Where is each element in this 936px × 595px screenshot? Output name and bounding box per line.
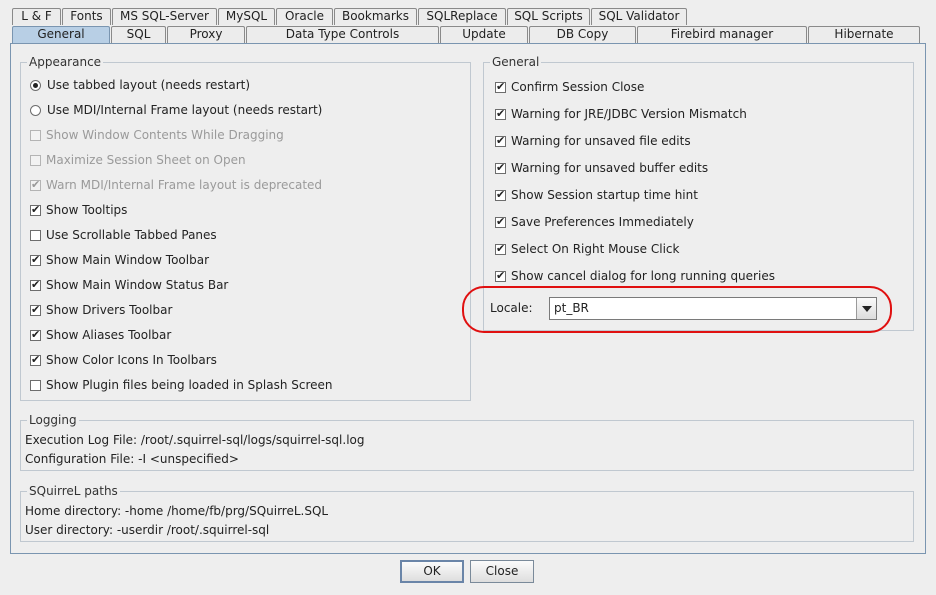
checkbox-checked-icon bbox=[30, 253, 41, 266]
general-title: General bbox=[490, 55, 542, 69]
option-label: Show Main Window Status Bar bbox=[46, 278, 229, 292]
home-directory: Home directory: -home /home/fb/prg/SQuir… bbox=[25, 504, 329, 518]
tab-hibernate[interactable]: Hibernate bbox=[808, 26, 920, 43]
cancel-dialog-checkbox[interactable]: Show cancel dialog for long running quer… bbox=[495, 267, 775, 285]
highlight-annotation bbox=[462, 286, 892, 333]
unsaved-file-edits-checkbox[interactable]: Warning for unsaved file edits bbox=[495, 132, 691, 150]
configuration-file: Configuration File: -I <unspecified> bbox=[25, 452, 239, 466]
mdi-layout-radio[interactable]: Use MDI/Internal Frame layout (needs res… bbox=[30, 101, 322, 119]
option-label: Save Preferences Immediately bbox=[511, 215, 694, 229]
tab-mysql[interactable]: MySQL bbox=[218, 8, 275, 25]
option-label: Confirm Session Close bbox=[511, 80, 645, 94]
tab-sql-validator[interactable]: SQL Validator bbox=[591, 8, 687, 25]
option-label: Show Tooltips bbox=[46, 203, 128, 217]
checkbox-checked-icon bbox=[495, 80, 506, 93]
main-window-status-bar-checkbox[interactable]: Show Main Window Status Bar bbox=[30, 276, 228, 294]
aliases-toolbar-checkbox[interactable]: Show Aliases Toolbar bbox=[30, 326, 171, 344]
main-window-toolbar-checkbox[interactable]: Show Main Window Toolbar bbox=[30, 251, 209, 269]
session-startup-hint-checkbox[interactable]: Show Session startup time hint bbox=[495, 186, 698, 204]
tab-firebird-manager[interactable]: Firebird manager bbox=[637, 26, 807, 43]
checkbox-checked-icon bbox=[495, 134, 506, 147]
select-right-click-checkbox[interactable]: Select On Right Mouse Click bbox=[495, 240, 679, 258]
unsaved-buffer-edits-checkbox[interactable]: Warning for unsaved buffer edits bbox=[495, 159, 708, 177]
drivers-toolbar-checkbox[interactable]: Show Drivers Toolbar bbox=[30, 301, 172, 319]
checkbox-checked-icon bbox=[30, 203, 41, 216]
checkbox-checked-icon bbox=[30, 178, 41, 191]
checkbox-checked-icon bbox=[495, 242, 506, 255]
jre-jdbc-warning-checkbox[interactable]: Warning for JRE/JDBC Version Mismatch bbox=[495, 105, 747, 123]
option-label: Warning for unsaved file edits bbox=[511, 134, 691, 148]
checkbox-checked-icon bbox=[30, 328, 41, 341]
radio-icon bbox=[30, 104, 41, 116]
option-label: Show Window Contents While Dragging bbox=[46, 128, 284, 142]
paths-title: SQuirreL paths bbox=[27, 484, 120, 498]
tab-sqlreplace[interactable]: SQLReplace bbox=[418, 8, 506, 25]
option-label: Show Main Window Toolbar bbox=[46, 253, 209, 267]
option-label: Show Aliases Toolbar bbox=[46, 328, 172, 342]
tab-data-type-controls[interactable]: Data Type Controls bbox=[246, 26, 439, 43]
tab-lf[interactable]: L & F bbox=[12, 8, 61, 25]
tab-proxy[interactable]: Proxy bbox=[167, 26, 245, 43]
logging-title: Logging bbox=[27, 413, 79, 427]
tab-sql-scripts[interactable]: SQL Scripts bbox=[507, 8, 590, 25]
execution-log-file: Execution Log File: /root/.squirrel-sql/… bbox=[25, 433, 365, 447]
tab-fonts[interactable]: Fonts bbox=[62, 8, 111, 25]
close-button[interactable]: Close bbox=[470, 560, 534, 583]
option-label: Show Color Icons In Toolbars bbox=[46, 353, 217, 367]
checkbox-checked-icon bbox=[495, 215, 506, 228]
checkbox-icon bbox=[30, 379, 41, 391]
option-label: Warn MDI/Internal Frame layout is deprec… bbox=[46, 178, 323, 192]
option-label: Show Drivers Toolbar bbox=[46, 303, 173, 317]
plugin-files-splash-checkbox[interactable]: Show Plugin files being loaded in Splash… bbox=[30, 376, 333, 394]
save-preferences-checkbox[interactable]: Save Preferences Immediately bbox=[495, 213, 694, 231]
checkbox-checked-icon bbox=[30, 278, 41, 291]
tab-update[interactable]: Update bbox=[440, 26, 528, 43]
option-label: Use MDI/Internal Frame layout (needs res… bbox=[47, 103, 323, 117]
tab-oracle[interactable]: Oracle bbox=[276, 8, 333, 25]
checkbox-checked-icon bbox=[495, 269, 506, 282]
maximize-session-checkbox[interactable]: Maximize Session Sheet on Open bbox=[30, 151, 246, 169]
radio-selected-icon bbox=[30, 79, 41, 91]
tab-sql[interactable]: SQL bbox=[111, 26, 166, 43]
tab-bookmarks[interactable]: Bookmarks bbox=[334, 8, 417, 25]
option-label: Show cancel dialog for long running quer… bbox=[511, 269, 775, 283]
option-label: Show Plugin files being loaded in Splash… bbox=[46, 378, 333, 392]
tabbed-layout-radio[interactable]: Use tabbed layout (needs restart) bbox=[30, 76, 250, 94]
option-label: Use Scrollable Tabbed Panes bbox=[46, 228, 217, 242]
option-label: Warning for JRE/JDBC Version Mismatch bbox=[511, 107, 747, 121]
checkbox-icon bbox=[30, 129, 41, 141]
checkbox-checked-icon bbox=[30, 353, 41, 366]
show-tooltips-checkbox[interactable]: Show Tooltips bbox=[30, 201, 127, 219]
checkbox-icon bbox=[30, 229, 41, 241]
tab-ms-sql-server[interactable]: MS SQL-Server bbox=[112, 8, 217, 25]
color-icons-checkbox[interactable]: Show Color Icons In Toolbars bbox=[30, 351, 217, 369]
option-label: Warning for unsaved buffer edits bbox=[511, 161, 709, 175]
tab-general[interactable]: General bbox=[12, 26, 110, 44]
show-window-contents-checkbox[interactable]: Show Window Contents While Dragging bbox=[30, 126, 284, 144]
option-label: Show Session startup time hint bbox=[511, 188, 698, 202]
warn-mdi-checkbox[interactable]: Warn MDI/Internal Frame layout is deprec… bbox=[30, 176, 322, 194]
checkbox-checked-icon bbox=[495, 107, 506, 120]
checkbox-checked-icon bbox=[30, 303, 41, 316]
ok-button[interactable]: OK bbox=[400, 560, 464, 583]
user-directory: User directory: -userdir /root/.squirrel… bbox=[25, 523, 270, 537]
scrollable-tabbed-panes-checkbox[interactable]: Use Scrollable Tabbed Panes bbox=[30, 226, 217, 244]
tab-db-copy[interactable]: DB Copy bbox=[529, 26, 636, 43]
option-label: Use tabbed layout (needs restart) bbox=[47, 78, 251, 92]
checkbox-checked-icon bbox=[495, 188, 506, 201]
option-label: Select On Right Mouse Click bbox=[511, 242, 680, 256]
appearance-title: Appearance bbox=[27, 55, 104, 69]
confirm-session-close-checkbox[interactable]: Confirm Session Close bbox=[495, 78, 644, 96]
checkbox-icon bbox=[30, 154, 41, 166]
checkbox-checked-icon bbox=[495, 161, 506, 174]
option-label: Maximize Session Sheet on Open bbox=[46, 153, 246, 167]
